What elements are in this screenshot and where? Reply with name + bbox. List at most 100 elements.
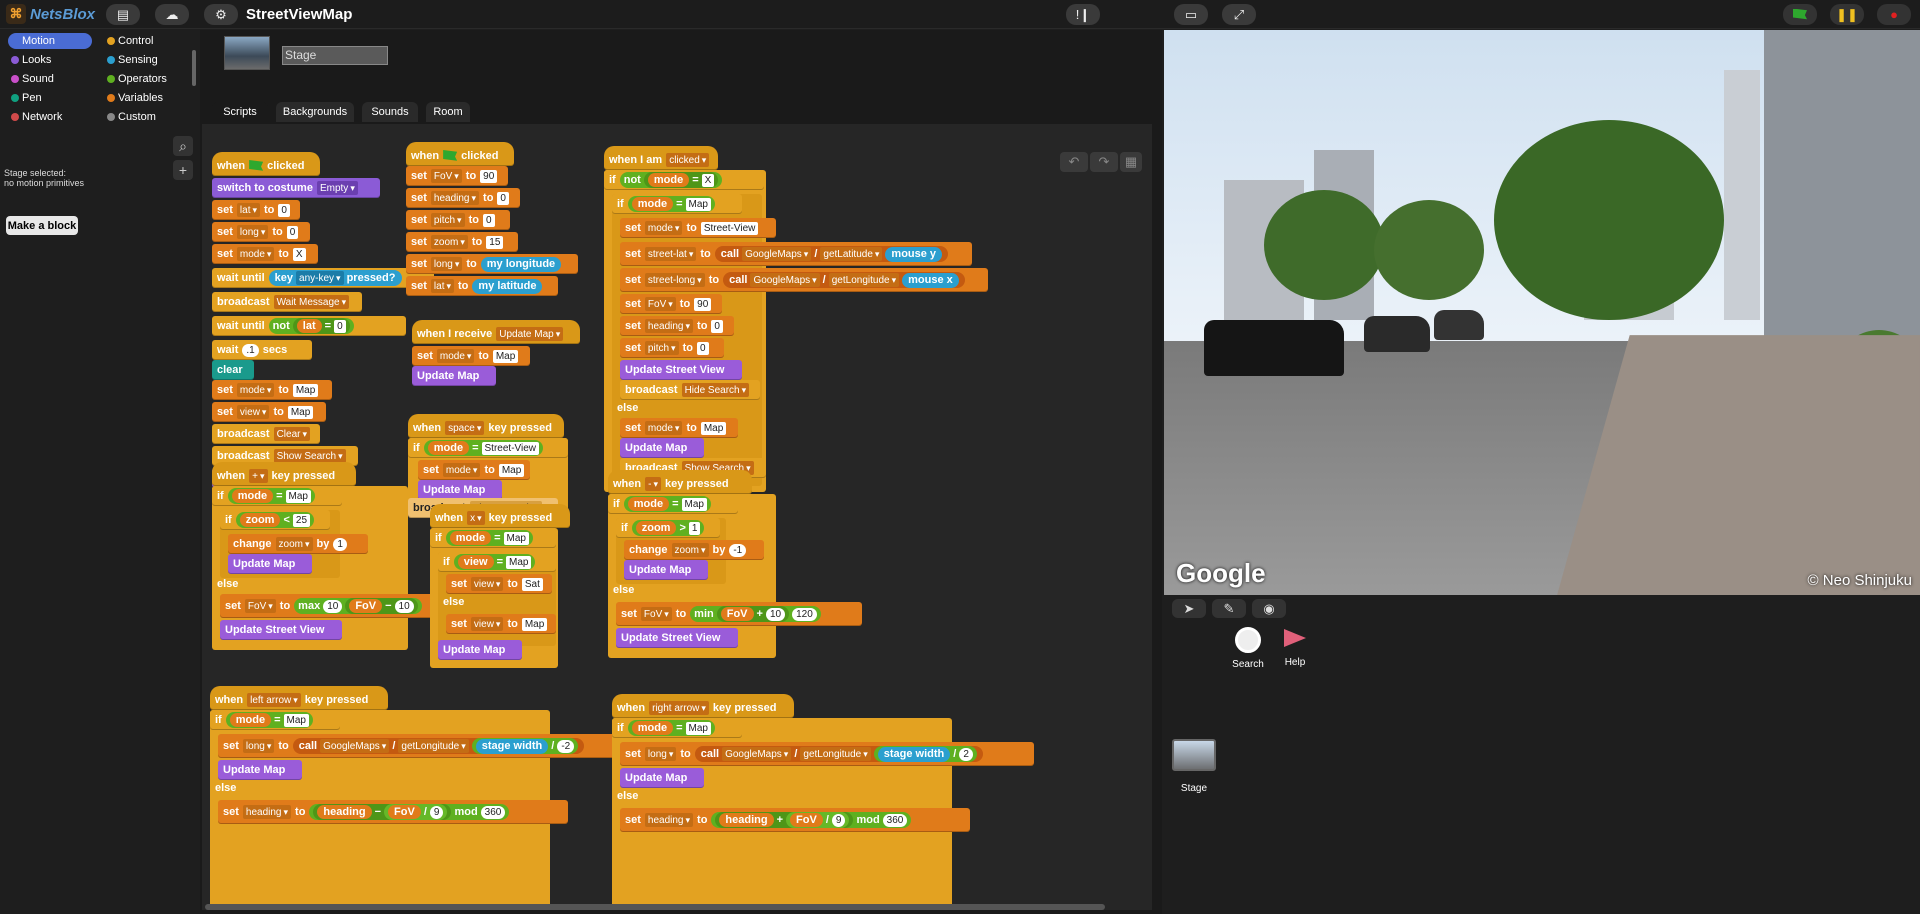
equals-predicate[interactable]: mode = Map	[227, 488, 315, 504]
set-view-sat-block[interactable]: setviewtoSat	[446, 574, 552, 594]
scripts-canvas[interactable]: ↶ ↷ ▦ when clicked switch to costume Empty…	[202, 124, 1152, 910]
when-key-pressed-hat[interactable]: when+key pressed	[212, 462, 356, 486]
if-header[interactable]: if not mode = X	[604, 170, 764, 190]
script-horizontal-scrollbar[interactable]	[205, 904, 1105, 910]
var-dropdown[interactable]: FoV	[430, 169, 462, 183]
mouse-x-reporter[interactable]: mouse x	[902, 272, 959, 288]
not-predicate[interactable]: not mode = X	[619, 172, 723, 188]
set-fov-block[interactable]: setFoVto90	[620, 294, 722, 314]
my-latitude-reporter[interactable]: my latitude	[472, 278, 543, 294]
if-header[interactable]: if mode = Map	[212, 486, 342, 506]
sprite-search[interactable]: Search	[1228, 627, 1268, 670]
if-header[interactable]: if mode = Map	[210, 710, 340, 730]
switch-costume-block[interactable]: switch to costume Empty	[212, 178, 380, 198]
message-dropdown[interactable]: Show Search	[273, 449, 346, 463]
set-mode-map-block[interactable]: setmodetoMap	[418, 460, 530, 480]
fov-variable[interactable]: FoV	[388, 805, 421, 819]
category-pen[interactable]: Pen	[8, 90, 92, 106]
equals-predicate[interactable]: mode = Street-View	[423, 440, 544, 456]
var-dropdown[interactable]: mode	[442, 463, 481, 477]
paint-sprite-button[interactable]: ✎	[1212, 599, 1246, 618]
rpc-dropdown[interactable]: getLongitude	[800, 747, 871, 761]
value-input[interactable]: Map	[283, 713, 309, 727]
var-dropdown[interactable]: mode	[644, 421, 683, 435]
update-map-block[interactable]: Update Map	[228, 554, 312, 574]
service-dropdown[interactable]: GoogleMaps	[750, 273, 820, 287]
category-control[interactable]: Control	[104, 33, 188, 49]
category-operators[interactable]: Operators	[104, 71, 188, 87]
divide-reporter[interactable]: FoV/9	[384, 804, 448, 820]
mode-variable[interactable]: mode	[631, 197, 674, 211]
value-input[interactable]: Map	[521, 617, 548, 631]
keyboard-entry-button[interactable]: ▦	[1120, 152, 1142, 172]
value-input[interactable]: 15	[486, 235, 504, 249]
set-fov-max-block[interactable]: setFoVtomax10FoV−10	[220, 594, 456, 618]
camera-sprite-button[interactable]: ◉	[1252, 599, 1286, 618]
category-sound[interactable]: Sound	[8, 71, 92, 87]
set-mode-street-view-block[interactable]: setmodetoStreet-View	[620, 218, 776, 238]
change-zoom-block[interactable]: changezoomby-1	[624, 540, 764, 560]
settings-button[interactable]: ⚙	[204, 4, 238, 25]
value-input[interactable]: 2	[959, 747, 973, 761]
tab-sounds[interactable]: Sounds	[362, 102, 418, 122]
key-dropdown[interactable]: left arrow	[247, 693, 301, 707]
var-dropdown[interactable]: pitch	[430, 213, 465, 227]
mode-variable[interactable]: mode	[449, 531, 492, 545]
when-flag-clicked-hat[interactable]: when clicked	[406, 142, 514, 166]
rpc-dropdown[interactable]: getLongitude	[398, 739, 469, 753]
wait-until-not-block[interactable]: wait until not lat = 0	[212, 316, 406, 336]
fov-variable[interactable]: FoV	[349, 599, 383, 613]
value-input[interactable]: 0	[482, 213, 495, 227]
mode-variable[interactable]: mode	[231, 489, 274, 503]
mode-variable[interactable]: mode	[627, 497, 670, 511]
equals-predicate[interactable]: mode = X	[643, 172, 719, 188]
set-pitch-block[interactable]: setpitchto0	[406, 210, 510, 230]
when-key-pressed-hat[interactable]: when-key pressed	[608, 470, 752, 494]
var-dropdown[interactable]: mode	[236, 247, 275, 261]
palette-search-button[interactable]: ⌕	[173, 136, 193, 156]
set-long-block[interactable]: setlongto0	[212, 222, 310, 242]
stage-thumbnail[interactable]	[1172, 739, 1216, 771]
greater-than-predicate[interactable]: zoom >1	[631, 520, 705, 536]
service-dropdown[interactable]: GoogleMaps	[320, 739, 390, 753]
value-input[interactable]: Map	[492, 349, 519, 363]
mode-variable[interactable]: mode	[229, 713, 272, 727]
key-dropdown[interactable]: space	[445, 421, 485, 435]
clear-block[interactable]: clear	[212, 360, 254, 380]
value-input[interactable]: 90	[480, 169, 498, 183]
plus-reporter[interactable]: FoV +10	[716, 606, 790, 622]
not-predicate[interactable]: not lat = 0	[268, 318, 354, 334]
var-dropdown[interactable]: mode	[644, 221, 683, 235]
value-input[interactable]: Map	[685, 197, 711, 211]
value-input[interactable]: -2	[557, 739, 575, 753]
key-dropdown[interactable]: +	[249, 469, 268, 483]
equals-predicate[interactable]: mode = Map	[623, 496, 711, 512]
update-street-view-block[interactable]: Update Street View	[616, 628, 738, 648]
value-input[interactable]: Street-View	[700, 221, 759, 235]
update-map-block[interactable]: Update Map	[438, 640, 522, 660]
var-dropdown[interactable]: zoom	[671, 543, 709, 557]
key-dropdown[interactable]: any-key	[296, 271, 344, 285]
category-custom[interactable]: Custom	[104, 109, 188, 125]
when-flag-clicked-hat[interactable]: when clicked	[212, 152, 320, 176]
call-rpc-block[interactable]: callGoogleMaps/getLongitudemouse x	[723, 272, 965, 288]
minus-reporter[interactable]: FoV −10	[345, 598, 418, 614]
presentation-mode-button[interactable]: ⤢	[1222, 4, 1256, 25]
value-input[interactable]: 0	[278, 203, 290, 217]
set-heading-mod-block[interactable]: setheadingtoheading+FoV/9mod360	[620, 808, 970, 832]
set-pitch-block[interactable]: setpitchto0	[620, 338, 724, 358]
var-dropdown[interactable]: heading	[242, 805, 292, 819]
palette-add-button[interactable]: +	[173, 160, 193, 180]
value-input[interactable]: 120	[792, 607, 817, 621]
value-input[interactable]: Map	[503, 531, 529, 545]
stage-canvas[interactable]: Google © Neo Shinjuku	[1164, 30, 1920, 595]
green-flag-button[interactable]	[1783, 4, 1817, 25]
update-map-block[interactable]: Update Map	[620, 438, 704, 458]
category-looks[interactable]: Looks	[8, 52, 92, 68]
var-dropdown[interactable]: zoom	[430, 235, 468, 249]
value-input[interactable]: X	[701, 173, 715, 187]
update-map-block[interactable]: Update Map	[620, 768, 704, 788]
call-rpc-block[interactable]: callGoogleMaps/getLongitudestage width/-…	[292, 738, 585, 754]
value-input[interactable]: Sat	[521, 577, 543, 591]
update-map-block[interactable]: Update Map	[418, 480, 502, 500]
